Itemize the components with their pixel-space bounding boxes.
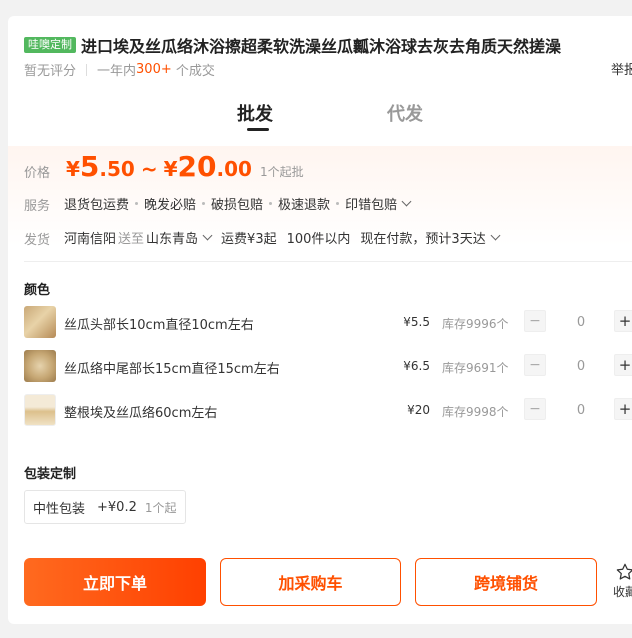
service-dot <box>269 202 273 205</box>
favorite-button[interactable]: 收藏 <box>610 562 632 600</box>
sku-row: 丝瓜络中尾部长15cm直径15cm左右 ¥6.5 库存9691个 − 0 + <box>24 350 632 382</box>
sku-price: ¥6.5 <box>403 359 430 373</box>
sku-thumbnail[interactable] <box>24 350 56 382</box>
sku-price: ¥5.5 <box>403 315 430 329</box>
price-max-int: 20 <box>177 150 217 183</box>
packaging-section-label: 包装定制 <box>24 467 77 482</box>
service-item: 晚发必赔 <box>144 198 197 213</box>
sku-thumbnail[interactable] <box>24 394 56 426</box>
custom-tag: 哇噢定制 <box>24 37 76 53</box>
active-tab-indicator <box>247 128 269 131</box>
sales-count: 300+ <box>136 62 172 77</box>
packaging-option[interactable]: 中性包装 +¥0.2 1个起 <box>24 490 186 524</box>
sku-thumbnail[interactable] <box>24 306 56 338</box>
price-label: 价格 <box>24 166 51 181</box>
ship-to-word: 送至 <box>118 232 145 247</box>
service-dot <box>336 202 340 205</box>
shipping-fee: 运费¥3起 <box>221 232 277 247</box>
price-range: ¥ 5 .50 ~ ¥ 20 .00 1个起批 <box>66 150 304 183</box>
service-list[interactable]: 退货包运费 晚发必赔 破损包赔 极速退款 印错包赔 <box>64 194 412 213</box>
price-max-dec: .00 <box>216 157 252 181</box>
cross-border-button[interactable]: 跨境铺货 <box>415 558 597 606</box>
product-meta: 暂无评分 一年内 300+ 个成交 <box>24 60 215 79</box>
price-min-int: 5 <box>79 150 100 183</box>
add-to-cart-button[interactable]: 加采购车 <box>220 558 401 606</box>
chevron-down-icon[interactable] <box>490 230 501 241</box>
service-dot <box>135 202 139 205</box>
shipping-info: 河南信阳 送至 山东青岛 运费¥3起 100件以内 现在付款，预计3天达 <box>64 228 501 247</box>
favorite-label: 收藏 <box>612 585 632 599</box>
shipping-label: 发货 <box>24 233 51 248</box>
decrease-button[interactable]: − <box>524 354 546 376</box>
product-title: 进口埃及丝瓜络沐浴擦超柔软洗澡丝瓜瓤沐浴球去灰去角质天然搓澡 <box>81 37 562 56</box>
decrease-button[interactable]: − <box>524 310 546 332</box>
chevron-down-icon[interactable] <box>401 196 412 207</box>
report-link[interactable]: 举报 <box>611 59 632 78</box>
price-moq: 1个起批 <box>259 165 304 179</box>
service-item: 破损包赔 <box>211 198 264 213</box>
rating-text: 暂无评分 <box>24 64 77 79</box>
buy-now-button[interactable]: 立即下单 <box>24 558 206 606</box>
ship-to-address[interactable]: 山东青岛 <box>146 228 198 247</box>
packaging-option-name: 中性包装 <box>33 501 86 517</box>
title-bar: 哇噢定制 进口埃及丝瓜络沐浴擦超柔软洗澡丝瓜瓤沐浴球去灰去角质天然搓澡 <box>24 33 561 57</box>
ship-from: 河南信阳 <box>64 232 117 247</box>
service-item: 印错包赔 <box>345 198 398 213</box>
price-min-dec: .50 <box>99 157 135 181</box>
sku-name: 丝瓜络中尾部长15cm直径15cm左右 <box>64 362 280 377</box>
sku-row: 整根埃及丝瓜络60cm左右 ¥20 库存9998个 − 0 + <box>24 394 632 426</box>
service-item: 退货包运费 <box>64 198 130 213</box>
currency-symbol: ¥ <box>66 157 80 181</box>
sku-name: 丝瓜头部长10cm直径10cm左右 <box>64 318 254 333</box>
sku-stock: 库存9998个 <box>442 405 509 419</box>
increase-button[interactable]: + <box>614 354 632 376</box>
increase-button[interactable]: + <box>614 310 632 332</box>
color-section-label: 颜色 <box>24 283 51 298</box>
packaging-moq: 1个起 <box>144 500 177 515</box>
product-card: 哇噢定制 进口埃及丝瓜络沐浴擦超柔软洗澡丝瓜瓤沐浴球去灰去角质天然搓澡 暂无评分… <box>8 16 632 624</box>
service-item: 极速退款 <box>278 198 331 213</box>
quantity-value[interactable]: 0 <box>576 359 586 374</box>
sales-prefix: 一年内 <box>97 64 137 79</box>
meta-divider <box>86 63 88 76</box>
shipping-range: 100件以内 <box>286 232 351 247</box>
increase-button[interactable]: + <box>614 398 632 420</box>
sku-row: 丝瓜头部长10cm直径10cm左右 ¥5.5 库存9996个 − 0 + <box>24 306 632 338</box>
shipping-eta: 现在付款，预计3天达 <box>360 232 486 247</box>
star-outline-icon <box>616 563 632 580</box>
sku-name: 整根埃及丝瓜络60cm左右 <box>64 406 218 421</box>
decrease-button[interactable]: − <box>524 398 546 420</box>
quantity-value[interactable]: 0 <box>576 315 586 330</box>
price-tilde: ~ <box>140 157 158 181</box>
service-dot <box>202 202 206 205</box>
section-divider <box>24 261 632 262</box>
chevron-down-icon[interactable] <box>202 230 213 241</box>
packaging-price: +¥0.2 <box>97 499 137 515</box>
quantity-value[interactable]: 0 <box>576 403 586 418</box>
sku-stock: 库存9691个 <box>442 361 509 375</box>
tab-wholesale[interactable]: 批发 <box>237 100 273 126</box>
service-label: 服务 <box>24 199 51 214</box>
sku-price: ¥20 <box>407 403 430 417</box>
currency-symbol-max: ¥ <box>163 157 178 181</box>
tab-dropship[interactable]: 代发 <box>387 100 423 126</box>
sales-suffix: 个成交 <box>171 64 215 79</box>
sku-stock: 库存9996个 <box>442 317 509 331</box>
